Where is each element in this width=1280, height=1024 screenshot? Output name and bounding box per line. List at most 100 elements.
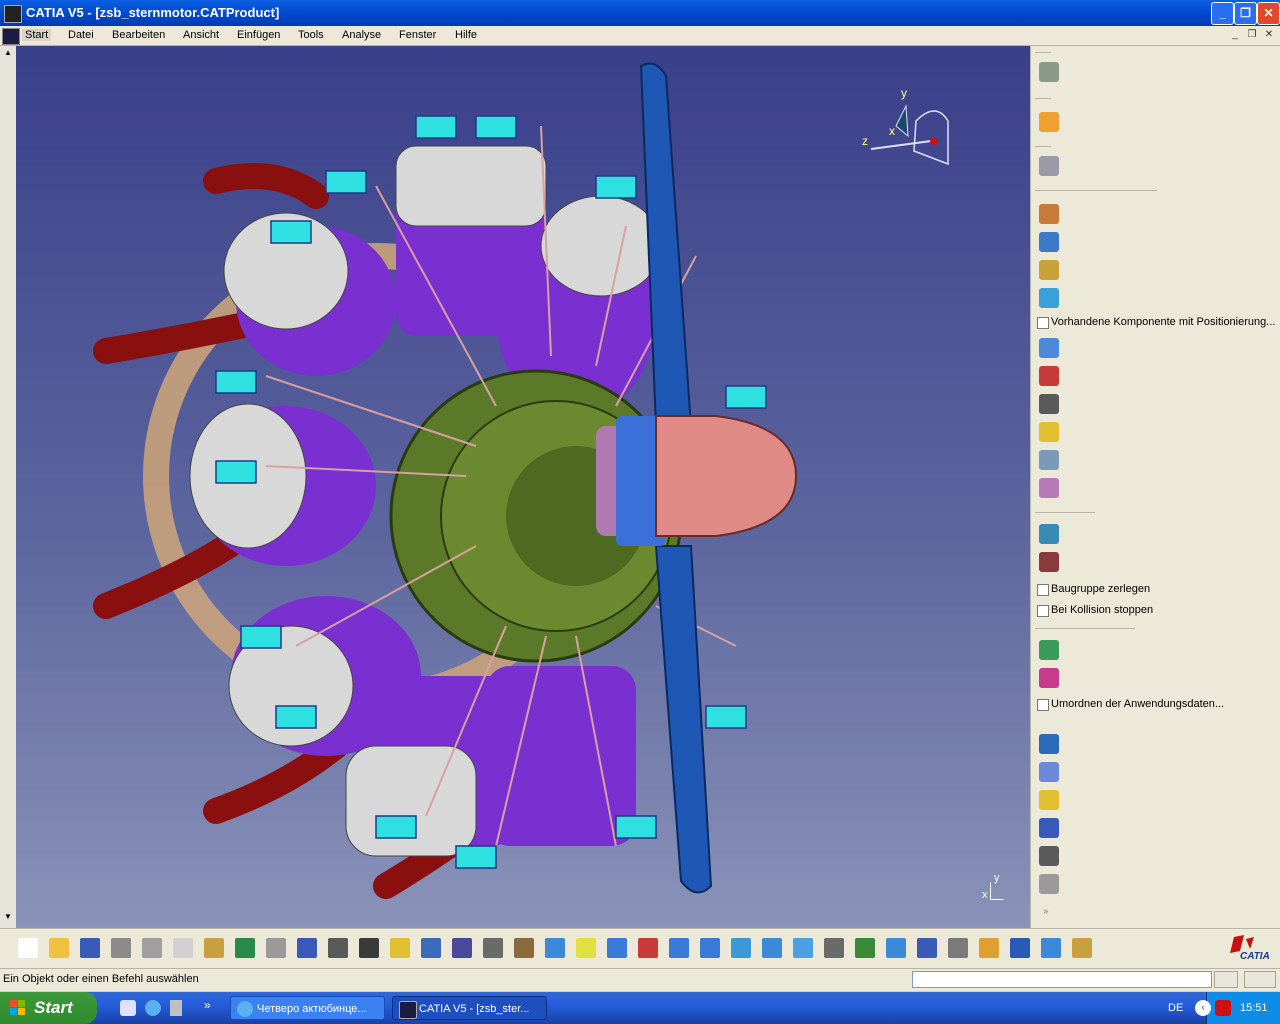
catia-app-icon[interactable] [4,5,22,23]
table-icon[interactable] [421,938,441,958]
more-tools-icon[interactable]: » [1043,906,1049,917]
selective-load-icon[interactable] [1039,422,1059,442]
menu-bearbeiten[interactable]: Bearbeiten [112,29,165,41]
zoom-in-icon[interactable] [669,938,689,958]
knowledge-icon[interactable] [359,938,379,958]
snap-icon[interactable] [948,938,968,958]
light-icon[interactable] [1010,938,1030,958]
print-icon[interactable] [111,938,131,958]
command-button-1[interactable] [1214,971,1238,988]
rotate-icon[interactable] [638,938,658,958]
checkbox-reorder-app-data[interactable] [1037,699,1049,711]
tree-icon[interactable] [452,938,472,958]
tray-expand-icon[interactable]: ‹ [1195,1000,1211,1016]
doc-close-icon[interactable]: ✕ [1262,28,1276,42]
constraint-icon[interactable] [1039,640,1059,660]
redo-icon[interactable] [266,938,286,958]
fly-icon[interactable] [545,938,565,958]
new-product-icon[interactable] [1039,232,1059,252]
open-icon[interactable] [49,938,69,958]
menu-ansicht[interactable]: Ansicht [183,29,219,41]
close-button[interactable]: ✕ [1257,2,1280,25]
axis-triad: y x [976,872,1006,902]
lock-icon[interactable] [483,938,503,958]
manage-representations-icon[interactable] [1039,450,1059,470]
scroll-up-icon[interactable]: ▲ [2,48,14,60]
command-input[interactable] [912,971,1212,988]
parameter-icon[interactable] [390,938,410,958]
cube-icon[interactable] [1041,938,1061,958]
new-icon[interactable] [18,938,38,958]
existing-component-icon[interactable] [1039,288,1059,308]
select-arrow-icon[interactable] [1039,112,1059,132]
doc-restore-icon[interactable]: ❐ [1245,28,1259,42]
offset-icon[interactable] [1039,818,1059,838]
zoom-out-icon[interactable] [700,938,720,958]
swap-icon[interactable] [886,938,906,958]
explode-icon[interactable] [1072,938,1092,958]
catalog-icon[interactable] [514,938,534,958]
maximize-button[interactable]: ❐ [1234,2,1257,25]
catia-doc-icon[interactable] [2,28,20,45]
paste-icon[interactable] [204,938,224,958]
hide-show-icon[interactable] [855,938,875,958]
menu-hilfe[interactable]: Hilfe [455,29,477,41]
undo-icon[interactable] [235,938,255,958]
new-part-icon[interactable] [1039,260,1059,280]
replace-component-icon[interactable] [1039,338,1059,358]
save-icon[interactable] [80,938,100,958]
3d-viewport[interactable]: y x z y x [16,46,1030,928]
menu-start[interactable]: Start [22,29,52,41]
menu-fenster[interactable]: Fenster [399,29,436,41]
fix-icon[interactable] [1039,734,1059,754]
coincidence-icon[interactable] [1039,762,1059,782]
contact-icon[interactable] [1039,790,1059,810]
snap-icon[interactable] [1039,552,1059,572]
quicklaunch-more-icon[interactable]: » [204,998,211,1012]
show-desktop-icon[interactable] [120,1000,136,1016]
measure-icon[interactable] [917,938,937,958]
checkbox-stop-on-clash[interactable] [1037,605,1049,617]
copy-icon[interactable] [173,938,193,958]
language-indicator[interactable]: DE [1168,1002,1183,1014]
taskbar-item-browser[interactable]: Четверо актюбинце... [230,996,385,1020]
anchor-icon[interactable] [1039,846,1059,866]
scroll-down-icon[interactable]: ▼ [2,912,14,924]
menu-einfuegen[interactable]: Einfügen [237,29,280,41]
ie-quicklaunch-icon[interactable] [145,1000,161,1016]
menu-tools[interactable]: Tools [298,29,324,41]
normal-view-icon[interactable] [731,938,751,958]
label-reorder-app-data: Umordnen der Anwendungsdaten... [1051,698,1225,710]
compass[interactable]: y x z [856,86,956,176]
doc-minimize-icon[interactable]: _ [1228,28,1242,42]
minimize-button[interactable]: _ [1211,2,1234,25]
new-component-icon[interactable] [1039,204,1059,224]
multi-view-icon[interactable] [762,938,782,958]
gears-icon[interactable] [1039,62,1059,82]
shading-icon[interactable] [824,938,844,958]
acrobat-tray-icon[interactable] [1215,1000,1231,1016]
iso-view-icon[interactable] [793,938,813,958]
command-button-2[interactable] [1244,971,1276,988]
manipulation-icon[interactable] [1039,524,1059,544]
multi-instantiation-icon[interactable] [1039,478,1059,498]
clip-icon[interactable] [1039,874,1059,894]
fit-all-icon[interactable] [576,938,596,958]
compass-icon[interactable] [979,938,999,958]
formula-icon[interactable] [328,938,348,958]
start-button[interactable]: Start [0,992,97,1024]
vertical-scrollbar[interactable]: ▲ ▼ [0,46,16,928]
taskbar-item-catia[interactable]: CATIA V5 - [zsb_ster... [392,996,547,1020]
graph-tree-reorder-icon[interactable] [1039,366,1059,386]
pan-icon[interactable] [607,938,627,958]
checkbox-explode-assembly[interactable] [1037,584,1049,596]
transform-icon[interactable] [1039,156,1059,176]
quicklaunch-app-icon[interactable] [170,1000,182,1016]
generate-numbering-icon[interactable] [1039,394,1059,414]
help-icon[interactable] [297,938,317,958]
menu-datei[interactable]: Datei [68,29,94,41]
reorder-icon[interactable] [1039,668,1059,688]
menu-analyse[interactable]: Analyse [342,29,381,41]
checkbox-existing-positioning[interactable] [1037,317,1049,329]
cut-icon[interactable] [142,938,162,958]
